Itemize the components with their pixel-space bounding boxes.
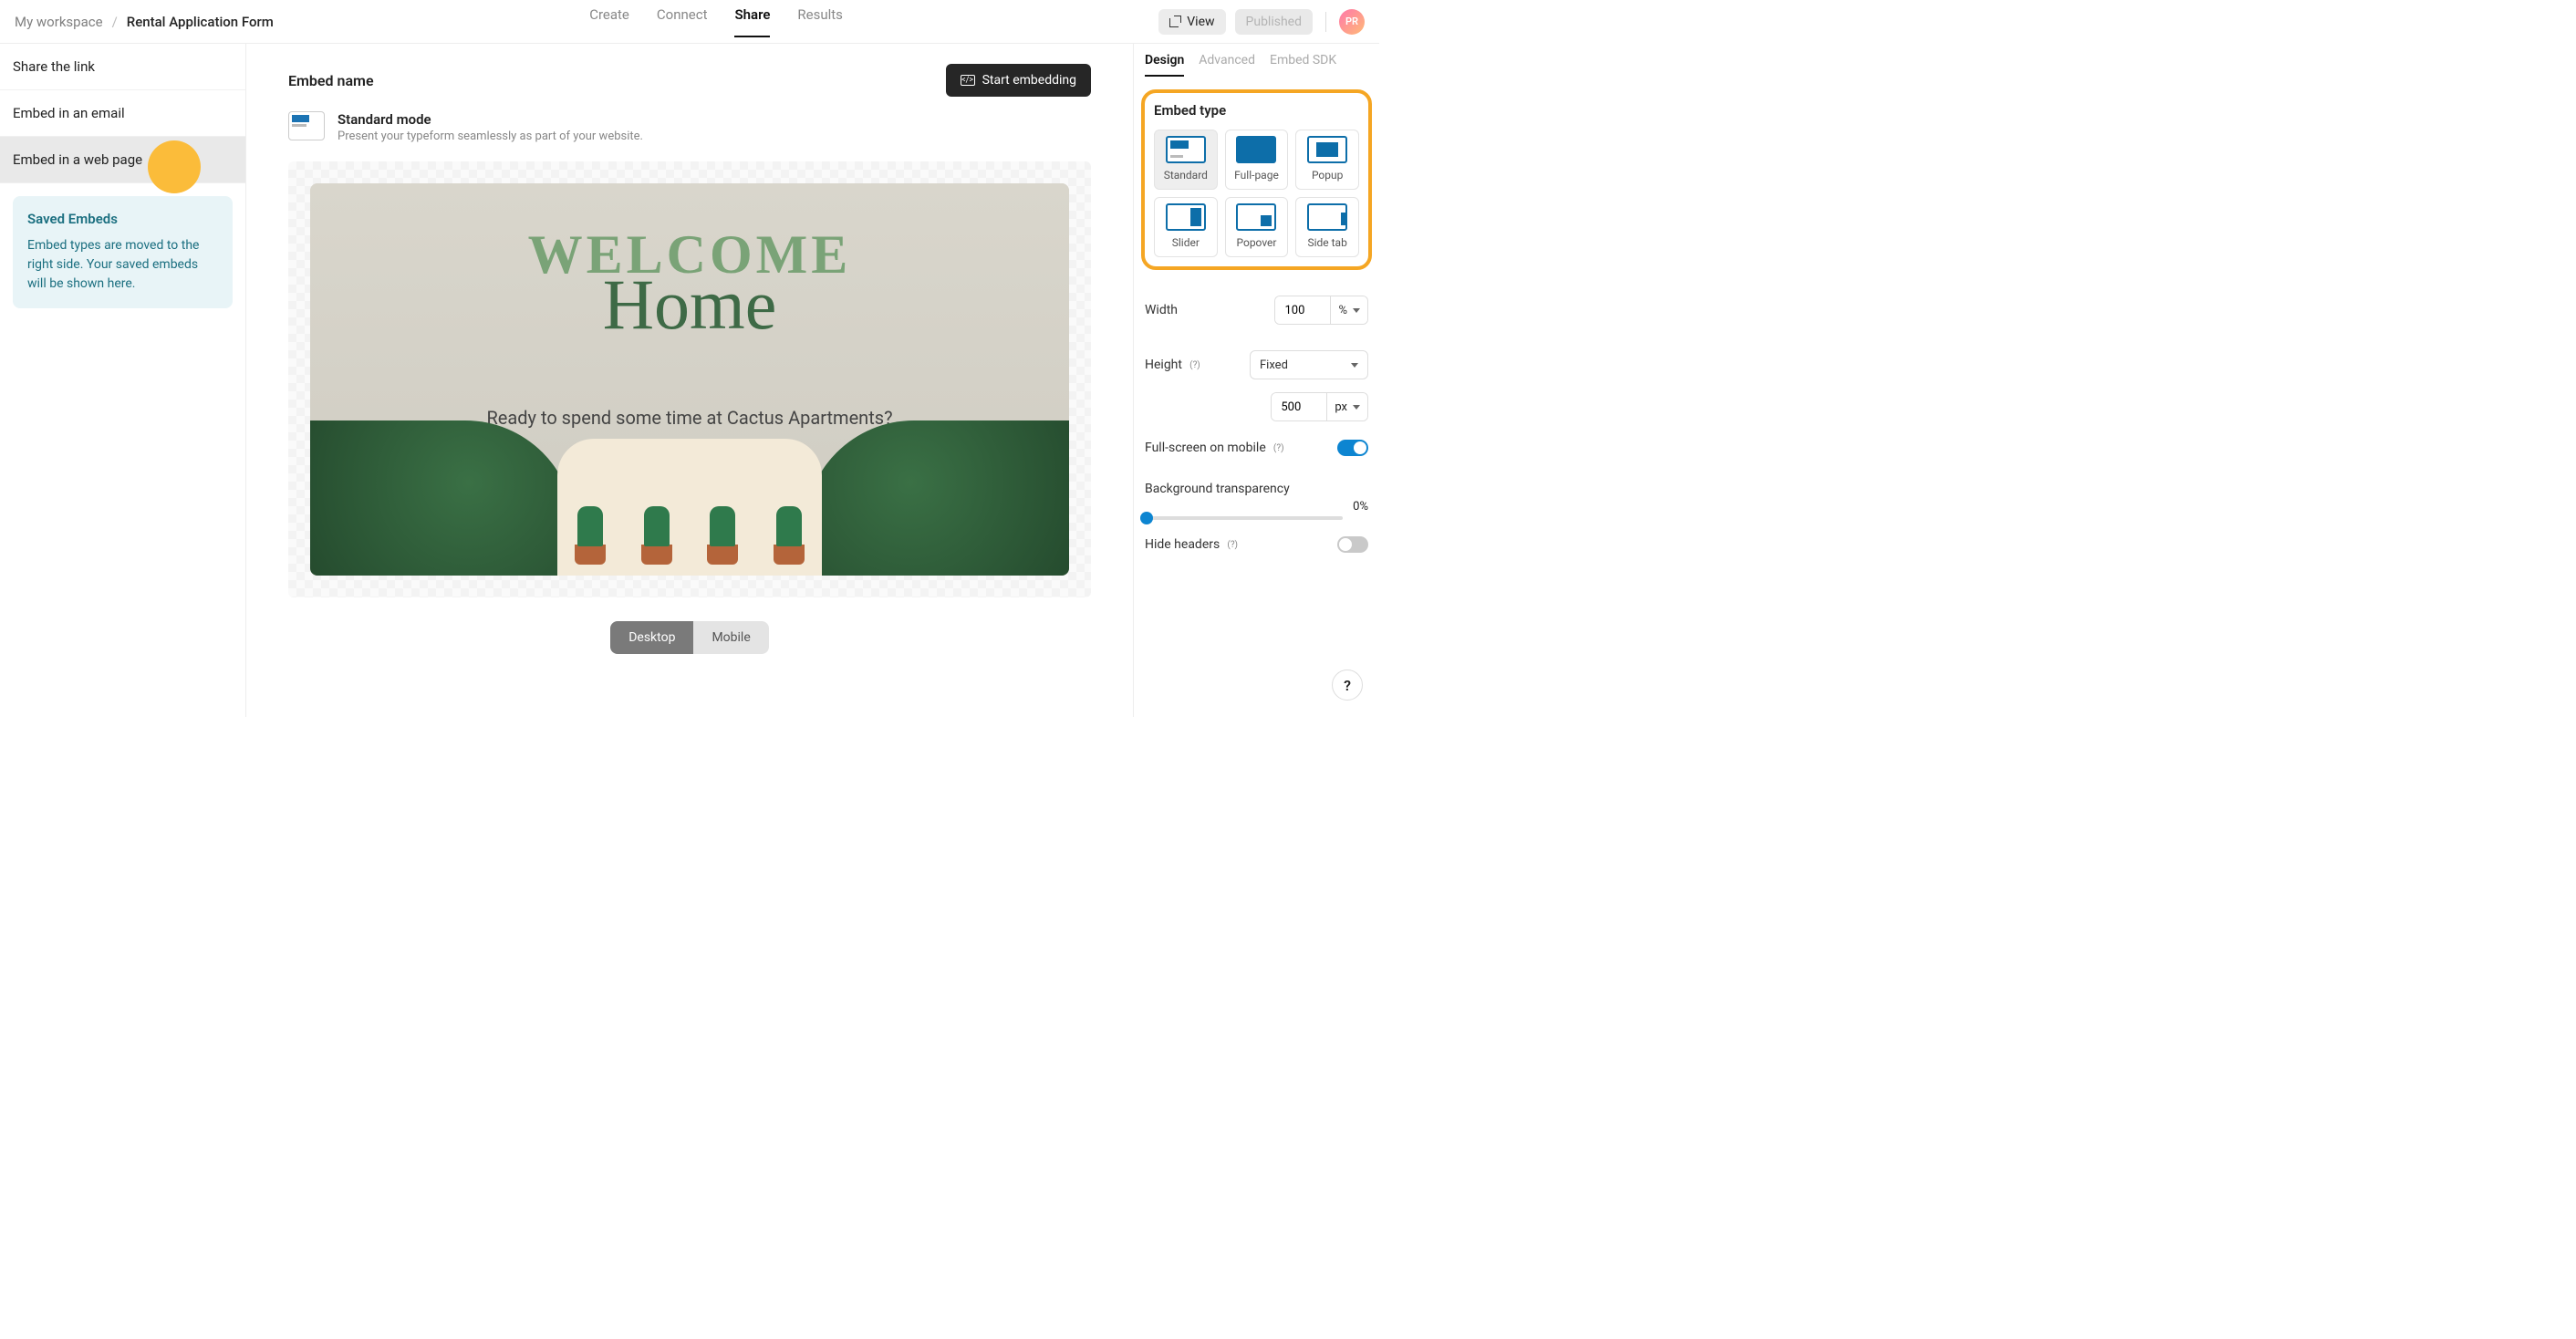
sidebar-item-share-link[interactable]: Share the link <box>0 44 245 90</box>
right-panel: Design Advanced Embed SDK Embed type Sta… <box>1133 44 1379 717</box>
height-input[interactable] <box>1272 393 1326 420</box>
published-button[interactable]: Published <box>1235 9 1313 35</box>
tab-create[interactable]: Create <box>589 6 629 37</box>
help-icon[interactable]: (?) <box>1188 358 1202 372</box>
embed-type-fullpage[interactable]: Full-page <box>1225 130 1289 190</box>
standard-type-icon <box>1166 136 1206 163</box>
chevron-down-icon <box>1353 405 1360 410</box>
sidebar-item-embed-web[interactable]: Embed in a web page <box>0 137 245 183</box>
avatar[interactable]: PR <box>1339 9 1365 35</box>
embed-type-slider[interactable]: Slider <box>1154 197 1218 257</box>
embed-type-popup[interactable]: Popup <box>1295 130 1359 190</box>
width-input[interactable] <box>1275 296 1330 324</box>
breadcrumb-form[interactable]: Rental Application Form <box>127 14 274 30</box>
height-mode-select[interactable]: Fixed <box>1250 350 1368 379</box>
top-bar: My workspace / Rental Application Form C… <box>0 0 1379 44</box>
saved-embeds-card: Saved Embeds Embed types are moved to th… <box>13 196 233 308</box>
slider-thumb[interactable] <box>1140 512 1153 524</box>
embed-type-standard[interactable]: Standard <box>1154 130 1218 190</box>
embed-name-heading: Embed name <box>288 72 374 89</box>
breadcrumb: My workspace / Rental Application Form <box>15 14 274 30</box>
sidebar-item-embed-email[interactable]: Embed in an email <box>0 90 245 137</box>
preview-wrapper: WELCOME Home Ready to spend some time at… <box>288 161 1091 597</box>
bg-transparency-slider[interactable] <box>1147 516 1343 520</box>
breadcrumb-sep: / <box>112 14 118 30</box>
prop-height: Height (?) Fixed <box>1145 350 1368 379</box>
prop-width: Width % <box>1145 296 1368 325</box>
width-unit-select[interactable]: % <box>1330 296 1367 324</box>
right-tabs: Design Advanced Embed SDK <box>1145 53 1368 77</box>
prop-hide-headers: Hide headers (?) <box>1145 536 1368 553</box>
height-input-group: px <box>1271 392 1368 421</box>
tab-share[interactable]: Share <box>734 6 770 37</box>
standard-mode-icon <box>288 111 325 140</box>
left-sidebar: Share the link Embed in an email Embed i… <box>0 44 246 717</box>
width-input-group: % <box>1274 296 1368 325</box>
hide-headers-label: Hide headers <box>1145 537 1220 552</box>
bg-transparency-label: Background transparency <box>1145 482 1290 496</box>
prop-bg-transparency: Background transparency <box>1145 482 1368 496</box>
code-icon: </> <box>961 75 975 86</box>
form-preview: WELCOME Home Ready to spend some time at… <box>310 183 1069 576</box>
help-icon[interactable]: (?) <box>1225 537 1240 552</box>
embed-type-highlight: Embed type Standard Full-page Popup Slid… <box>1141 89 1372 270</box>
embed-type-title: Embed type <box>1154 102 1359 119</box>
help-fab[interactable]: ? <box>1332 670 1363 701</box>
right-tab-advanced[interactable]: Advanced <box>1199 53 1255 77</box>
slider-type-icon <box>1166 203 1206 231</box>
width-label: Width <box>1145 303 1178 317</box>
popover-type-icon <box>1236 203 1276 231</box>
height-unit-select[interactable]: px <box>1326 393 1367 420</box>
embed-mode-title: Standard mode <box>338 111 643 128</box>
fullscreen-mobile-toggle[interactable] <box>1337 440 1368 456</box>
saved-embeds-title: Saved Embeds <box>27 211 218 227</box>
view-button-label: View <box>1187 15 1214 29</box>
sidebar-item-embed-web-label: Embed in a web page <box>13 151 142 168</box>
chevron-down-icon <box>1353 308 1360 313</box>
embed-mode-row: Standard mode Present your typeform seam… <box>288 111 1091 143</box>
saved-embeds-text: Embed types are moved to the right side.… <box>27 236 218 294</box>
embed-type-grid: Standard Full-page Popup Slider Popover <box>1154 130 1359 257</box>
bg-transparency-slider-row: 0% <box>1145 503 1368 524</box>
top-nav: Create Connect Share Results <box>589 6 843 37</box>
prop-fullscreen-mobile: Full-screen on mobile (?) <box>1145 440 1368 456</box>
view-button[interactable]: View <box>1158 9 1225 35</box>
right-tab-sdk[interactable]: Embed SDK <box>1270 53 1336 77</box>
start-embedding-label: Start embedding <box>982 73 1076 88</box>
height-label: Height <box>1145 358 1182 372</box>
tab-connect[interactable]: Connect <box>657 6 708 37</box>
device-toggle: Desktop Mobile <box>288 621 1091 654</box>
top-right: View Published PR <box>1158 9 1365 35</box>
preview-home-text: Home <box>310 264 1069 346</box>
fullpage-type-icon <box>1236 136 1276 163</box>
help-icon[interactable]: (?) <box>1272 441 1286 455</box>
fullscreen-mobile-label: Full-screen on mobile <box>1145 441 1266 455</box>
annotation-highlight-icon <box>148 140 201 193</box>
bg-transparency-value: 0% <box>1353 500 1368 514</box>
tab-results[interactable]: Results <box>797 6 843 37</box>
right-tab-design[interactable]: Design <box>1145 53 1184 77</box>
breadcrumb-workspace[interactable]: My workspace <box>15 14 103 30</box>
center-panel: Embed name </> Start embedding Standard … <box>246 44 1133 717</box>
device-mobile[interactable]: Mobile <box>693 621 768 654</box>
chevron-down-icon <box>1351 363 1358 368</box>
embed-type-sidetab[interactable]: Side tab <box>1295 197 1359 257</box>
external-link-icon <box>1169 16 1181 27</box>
embed-type-popover[interactable]: Popover <box>1225 197 1289 257</box>
hide-headers-toggle[interactable] <box>1337 536 1368 553</box>
start-embedding-button[interactable]: </> Start embedding <box>946 64 1091 97</box>
separator <box>1325 12 1326 32</box>
embed-mode-desc: Present your typeform seamlessly as part… <box>338 130 643 143</box>
popup-type-icon <box>1307 136 1347 163</box>
device-desktop[interactable]: Desktop <box>610 621 693 654</box>
decor-pillow-center <box>557 439 822 576</box>
sidetab-type-icon <box>1307 203 1347 231</box>
